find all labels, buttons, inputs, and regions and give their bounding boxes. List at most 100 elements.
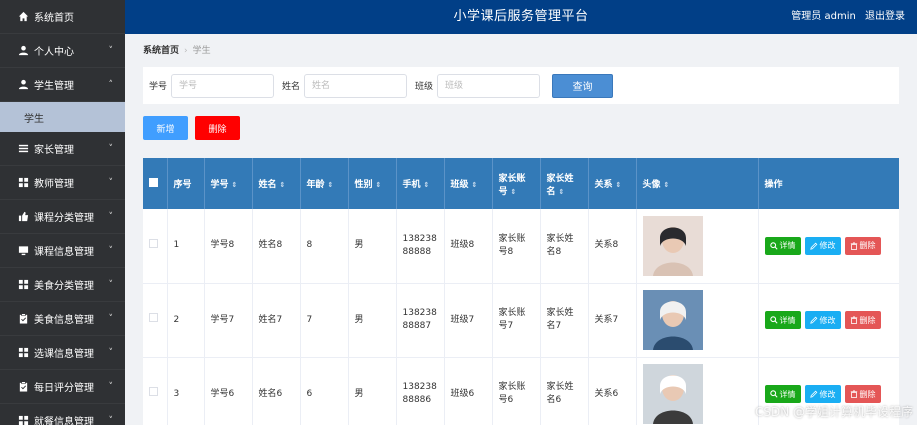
search-label-student-id: 学号 <box>149 82 168 92</box>
breadcrumb-home[interactable]: 系统首页 <box>143 46 179 56</box>
col-header-phone[interactable]: 手机 ⇕ <box>396 158 445 209</box>
delete-button[interactable]: 删除 <box>844 385 881 403</box>
grid-icon <box>17 177 29 189</box>
search-icon <box>769 390 778 398</box>
col-header-class[interactable]: 班级 ⇕ <box>444 158 493 209</box>
cell-parent-account: 家长账号6 <box>492 357 541 425</box>
sidebar-item-label: 家长管理 <box>34 145 74 156</box>
edit-button[interactable]: 修改 <box>804 236 841 255</box>
sidebar-item-9[interactable]: 选课信息管理 ˅ <box>0 336 125 370</box>
row-select-cell <box>143 357 168 425</box>
detail-button[interactable]: 详情 <box>764 385 801 403</box>
col-header-age[interactable]: 年龄 ⇕ <box>300 158 349 209</box>
cell-gender: 男 <box>348 283 397 358</box>
sort-icon: ⇕ <box>471 181 478 189</box>
grid-icon <box>17 347 29 359</box>
avatar <box>642 215 703 276</box>
sidebar-item-2[interactable]: 学生管理 ˄ <box>0 68 125 102</box>
col-header-avatar[interactable]: 头像 ⇕ <box>636 158 759 209</box>
chevron-icon: ˅ <box>108 313 114 324</box>
cell-age: 6 <box>300 357 349 425</box>
col-header-gender[interactable]: 性别 ⇕ <box>348 158 397 209</box>
sidebar-item-3[interactable]: 家长管理 ˅ <box>0 132 125 166</box>
user-icon <box>17 79 29 91</box>
edit-icon <box>809 242 817 250</box>
sidebar-item-4[interactable]: 教师管理 ˅ <box>0 166 125 200</box>
student-table: 序号 学号 ⇕ 姓名 ⇕ 年龄 ⇕ 性别 ⇕ 手机 ⇕ 班级 ⇕ 家长账号 ⇕ 家长姓名 ⇕ 关… <box>143 158 899 425</box>
search-label-class: 班级 <box>415 82 434 92</box>
student-id-input[interactable] <box>171 73 275 98</box>
grid-icon <box>17 415 29 425</box>
trash-icon <box>850 390 857 398</box>
chevron-icon: ˅ <box>108 211 114 222</box>
sidebar-item-10[interactable]: 每日评分管理 ˅ <box>0 370 125 404</box>
col-header-relation[interactable]: 关系 ⇕ <box>588 158 637 209</box>
cell-name: 姓名6 <box>252 357 301 425</box>
sort-icon: ⇕ <box>231 181 238 189</box>
chevron-icon: ˅ <box>108 279 114 290</box>
cell-operation: 详情 修改 删除 <box>758 283 899 358</box>
sidebar-item-0[interactable]: 系统首页 <box>0 0 125 34</box>
avatar <box>642 290 703 350</box>
row-select-cell <box>143 283 168 358</box>
sidebar-item-1[interactable]: 个人中心 ˅ <box>0 34 125 68</box>
batch-delete-button[interactable]: 删除 <box>195 116 240 140</box>
sort-icon: ⇕ <box>327 181 334 189</box>
edit-icon <box>809 316 817 324</box>
cell-avatar <box>636 357 759 425</box>
sidebar-item-6[interactable]: 课程信息管理 ˅ <box>0 234 125 268</box>
delete-button[interactable]: 删除 <box>844 236 881 255</box>
cell-relation: 关系8 <box>588 209 637 284</box>
sidebar-item-label: 就餐信息管理 <box>34 417 94 425</box>
add-button[interactable]: 新增 <box>143 116 188 140</box>
action-buttons: 新增 删除 <box>143 116 240 140</box>
col-header-name[interactable]: 姓名 ⇕ <box>252 158 301 209</box>
col-header-no: 序号 <box>167 158 205 209</box>
cell-class: 班级8 <box>444 209 493 284</box>
sidebar-item-8[interactable]: 美食信息管理 ˅ <box>0 302 125 336</box>
sidebar-item-11[interactable]: 就餐信息管理 ˅ <box>0 404 125 425</box>
name-input[interactable] <box>304 73 408 98</box>
edit-button[interactable]: 修改 <box>804 385 841 403</box>
detail-button[interactable]: 详情 <box>764 311 801 329</box>
col-header-student-id[interactable]: 学号 ⇕ <box>204 158 253 209</box>
sidebar-item-label: 课程信息管理 <box>34 247 94 258</box>
sidebar-subitem-student[interactable]: 学生 <box>0 102 125 132</box>
cell-relation: 关系7 <box>588 283 637 358</box>
cell-no: 2 <box>167 283 205 358</box>
row-checkbox[interactable] <box>149 387 158 396</box>
cell-avatar <box>636 209 759 284</box>
class-input[interactable] <box>437 73 541 98</box>
row-checkbox[interactable] <box>149 313 158 322</box>
query-button[interactable]: 查询 <box>552 73 614 98</box>
sidebar-item-label: 学生管理 <box>34 81 74 92</box>
cell-student-id: 学号8 <box>204 209 253 284</box>
search-icon <box>769 316 778 324</box>
clipboard-icon <box>17 313 29 325</box>
edit-button[interactable]: 修改 <box>804 311 841 329</box>
row-checkbox[interactable] <box>149 238 158 248</box>
sidebar-item-7[interactable]: 美食分类管理 ˅ <box>0 268 125 302</box>
sidebar-item-5[interactable]: 课程分类管理 ˅ <box>0 200 125 234</box>
detail-button[interactable]: 详情 <box>764 236 801 255</box>
cell-relation: 关系6 <box>588 357 637 425</box>
chevron-icon: ˅ <box>108 245 114 256</box>
chevron-icon: ˄ <box>108 79 114 90</box>
logout-link[interactable]: 退出登录 <box>865 11 905 22</box>
col-header-parent-name[interactable]: 家长姓名 ⇕ <box>540 158 589 209</box>
cell-name: 姓名8 <box>252 209 301 284</box>
chevron-icon: ˅ <box>108 347 114 358</box>
select-all-checkbox[interactable] <box>149 177 158 187</box>
delete-button[interactable]: 删除 <box>844 311 881 329</box>
sidebar-item-label: 美食信息管理 <box>34 315 94 326</box>
col-header-parent-account[interactable]: 家长账号 ⇕ <box>492 158 541 209</box>
chevron-icon: ˅ <box>108 143 114 154</box>
sidebar-item-label: 选课信息管理 <box>34 349 94 360</box>
cell-student-id: 学号6 <box>204 357 253 425</box>
cell-no: 3 <box>167 357 205 425</box>
cell-parent-account: 家长账号8 <box>492 209 541 284</box>
cell-phone: 13823888888 <box>396 209 445 284</box>
sort-icon: ⇕ <box>510 187 517 196</box>
user-role: 管理员 admin <box>791 11 856 22</box>
cell-avatar <box>636 283 759 358</box>
